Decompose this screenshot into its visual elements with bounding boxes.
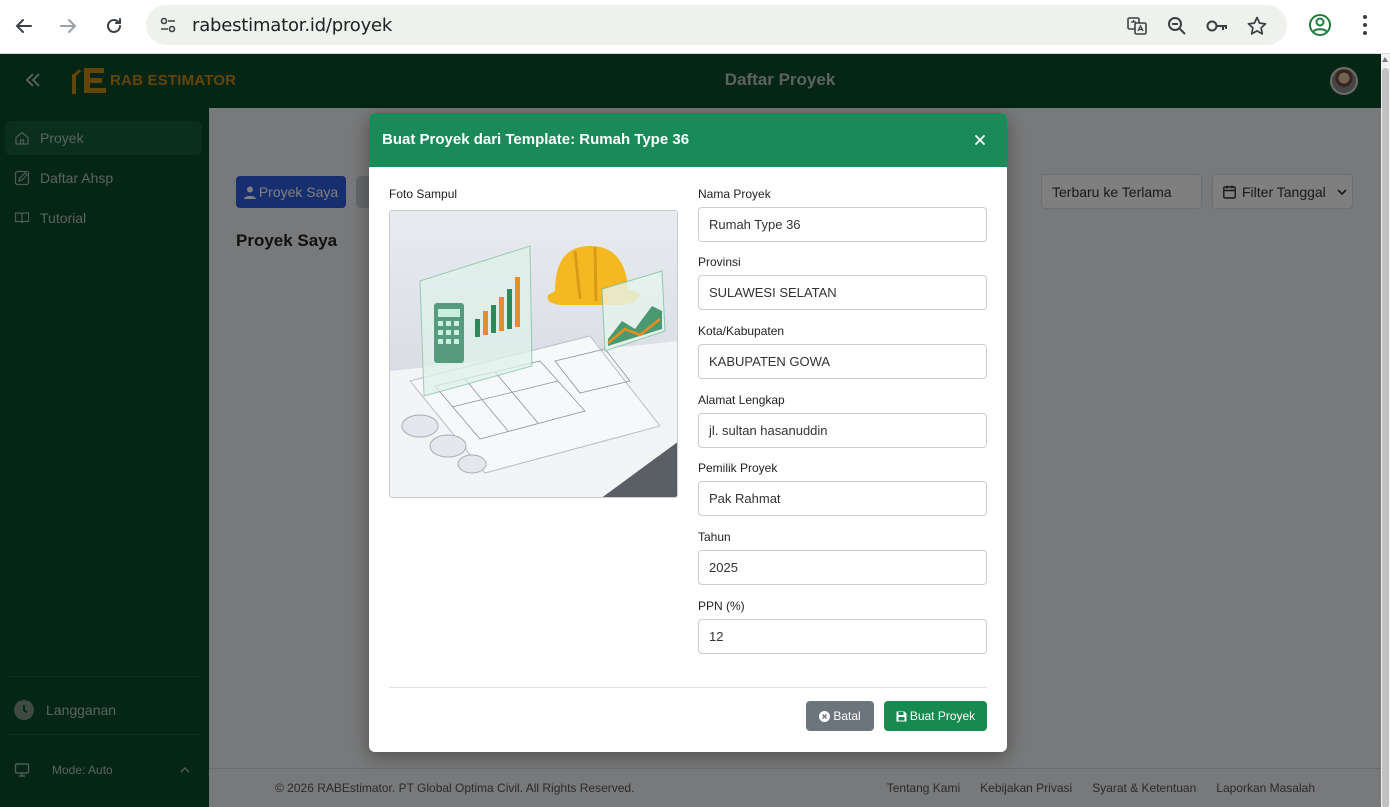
- create-project-modal: Buat Proyek dari Template: Rumah Type 36…: [369, 113, 1007, 752]
- address-input[interactable]: jl. sultan hasanuddin: [698, 413, 987, 448]
- year-input[interactable]: 2025: [698, 550, 987, 585]
- close-icon[interactable]: [972, 132, 988, 148]
- cancel-button[interactable]: Batal: [806, 701, 874, 731]
- reload-icon[interactable]: [99, 11, 129, 41]
- cover-illustration: [390, 211, 677, 497]
- back-icon[interactable]: [9, 11, 39, 41]
- scrollbar-thumb[interactable]: [1382, 68, 1389, 807]
- url-text[interactable]: rabestimator.id/proyek: [192, 15, 392, 36]
- city-label: Kota/Kabupaten: [698, 324, 785, 338]
- browser-toolbar: rabestimator.id/proyek: [0, 0, 1390, 54]
- forward-icon[interactable]: [53, 11, 83, 41]
- address-label: Alamat Lengkap: [698, 393, 785, 407]
- cover-photo-label: Foto Sampul: [389, 187, 458, 201]
- city-select[interactable]: KABUPATEN GOWA: [698, 344, 987, 379]
- cancel-label: Batal: [833, 709, 861, 723]
- profile-icon[interactable]: [1307, 12, 1333, 38]
- province-label: Provinsi: [698, 255, 741, 269]
- modal-header: Buat Proyek dari Template: Rumah Type 36: [369, 113, 1007, 167]
- ppn-label: PPN (%): [698, 599, 745, 613]
- translate-icon[interactable]: [1126, 15, 1148, 37]
- site-settings-icon[interactable]: [158, 15, 178, 35]
- owner-label: Pemilik Proyek: [698, 461, 778, 475]
- save-icon: [896, 711, 907, 721]
- bookmark-star-icon[interactable]: [1246, 15, 1268, 37]
- modal-footer-divider: [389, 687, 987, 688]
- password-key-icon[interactable]: [1205, 15, 1227, 37]
- ppn-input[interactable]: 12: [698, 619, 987, 654]
- page-scrollbar[interactable]: [1381, 54, 1390, 807]
- project-name-input[interactable]: Rumah Type 36: [698, 207, 987, 242]
- province-select[interactable]: SULAWESI SELATAN: [698, 275, 987, 310]
- project-name-label: Nama Proyek: [698, 187, 771, 201]
- scroll-up-arrow-icon[interactable]: [1382, 57, 1388, 62]
- address-bar[interactable]: rabestimator.id/proyek: [146, 5, 1287, 45]
- cancel-circle-icon: [819, 710, 831, 722]
- owner-input[interactable]: Pak Rahmat: [698, 481, 987, 516]
- menu-kebab-icon[interactable]: [1352, 12, 1378, 38]
- create-project-label: Buat Proyek: [909, 709, 976, 723]
- modal-title: Buat Proyek dari Template: Rumah Type 36: [382, 131, 690, 148]
- cover-photo-image[interactable]: [389, 210, 678, 498]
- zoom-icon[interactable]: [1166, 15, 1188, 37]
- create-project-button[interactable]: Buat Proyek: [884, 701, 987, 731]
- year-label: Tahun: [698, 530, 731, 544]
